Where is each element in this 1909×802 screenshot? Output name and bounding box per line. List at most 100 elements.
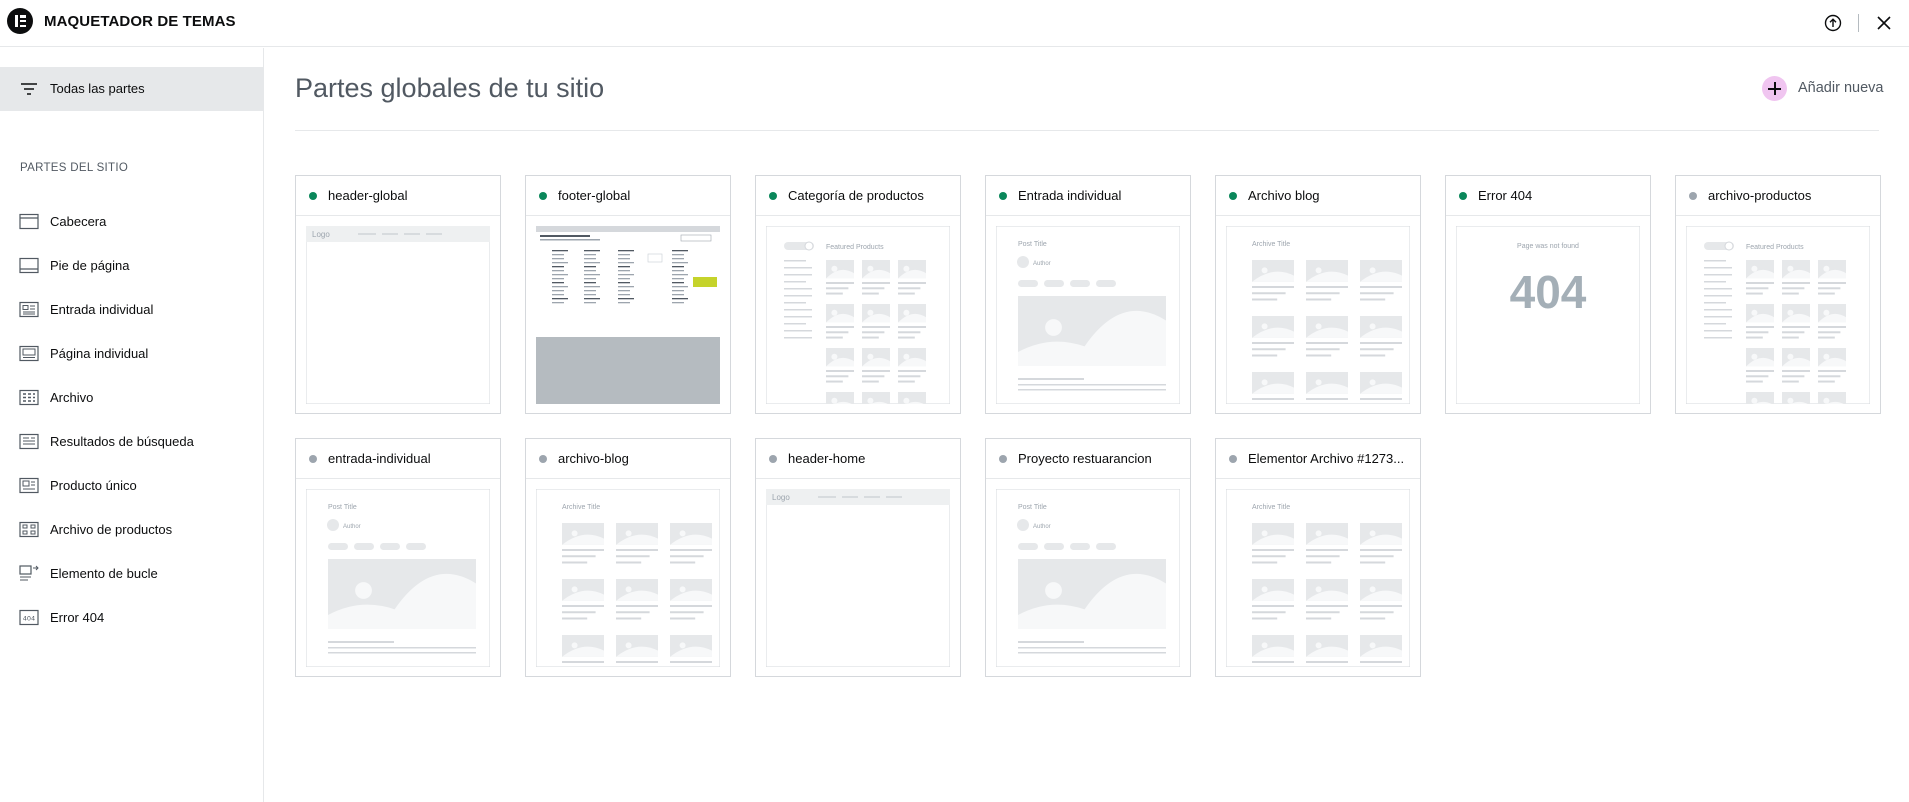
template-card[interactable]: archivo-productos Featured Products bbox=[1675, 175, 1881, 414]
preview-featured: Featured Products bbox=[826, 244, 884, 251]
preview-archive-title: Archive Title bbox=[562, 504, 600, 511]
card-header: Proyecto restuarancion bbox=[986, 439, 1190, 479]
loop-item-icon bbox=[19, 565, 39, 581]
sidebar-item-archive[interactable]: Archivo bbox=[0, 381, 263, 413]
sidebar-item-single-post[interactable]: Entrada individual bbox=[0, 293, 263, 325]
sidebar-item-label: Cabecera bbox=[50, 214, 107, 229]
template-card[interactable]: Proyecto restuarancion Post Title Author bbox=[985, 438, 1191, 677]
sidebar-item-products-archive[interactable]: Archivo de productos bbox=[0, 513, 263, 545]
sidebar-item-single-product[interactable]: Producto único bbox=[0, 469, 263, 501]
card-title: footer-global bbox=[558, 188, 631, 203]
preview-single-image: Post Title Author bbox=[306, 489, 490, 667]
sidebar-item-label: Archivo de productos bbox=[50, 522, 173, 537]
svg-text:404: 404 bbox=[23, 615, 35, 623]
card-header: Entrada individual bbox=[986, 176, 1190, 216]
error-404-icon: 404 bbox=[19, 609, 39, 626]
active-status-dot-icon bbox=[539, 192, 547, 200]
close-icon[interactable] bbox=[1873, 12, 1895, 34]
card-preview-thumbnail[interactable] bbox=[536, 226, 720, 404]
card-preview-thumbnail[interactable]: Post Title Author bbox=[996, 226, 1180, 404]
sidebar-item-error-404[interactable]: 404 Error 404 bbox=[0, 601, 263, 633]
template-card[interactable]: Categoría de productos Featured Products bbox=[755, 175, 961, 414]
sidebar-item-loop-item[interactable]: Elemento de bucle bbox=[0, 557, 263, 589]
card-preview-thumbnail[interactable]: Featured Products bbox=[766, 226, 950, 404]
add-new-button[interactable]: Añadir nueva bbox=[1762, 76, 1892, 102]
card-title: archivo-productos bbox=[1708, 188, 1812, 203]
sidebar-item-label: Entrada individual bbox=[50, 302, 154, 317]
active-status-dot-icon bbox=[1229, 192, 1237, 200]
preview-logo: Logo bbox=[772, 493, 790, 502]
products-archive-icon bbox=[19, 521, 39, 538]
card-title: Entrada individual bbox=[1018, 188, 1122, 203]
card-preview-thumbnail[interactable]: Featured Products bbox=[1686, 226, 1870, 404]
card-preview-thumbnail[interactable]: Archive Title bbox=[536, 489, 720, 667]
header-icon bbox=[19, 213, 39, 230]
sidebar-item-label: Resultados de búsqueda bbox=[50, 434, 194, 449]
card-header: archivo-blog bbox=[526, 439, 730, 479]
card-header: Archivo blog bbox=[1216, 176, 1420, 216]
sidebar-item-label: Elemento de bucle bbox=[50, 566, 158, 581]
inactive-status-dot-icon bbox=[309, 455, 317, 463]
template-card[interactable]: entrada-individual Post Title Author bbox=[295, 438, 501, 677]
toolbar-separator bbox=[1858, 14, 1859, 32]
preview-footer-image bbox=[536, 226, 720, 404]
card-preview-thumbnail[interactable]: Post Title Author bbox=[306, 489, 490, 667]
preview-author: Author bbox=[1033, 261, 1051, 267]
app-title: MAQUETADOR DE TEMAS bbox=[44, 13, 236, 30]
sidebar-item-all-parts[interactable]: Todas las partes bbox=[0, 67, 263, 111]
card-preview-thumbnail[interactable]: Logo bbox=[306, 226, 490, 404]
plus-icon bbox=[1762, 76, 1787, 101]
sidebar-item-search-results[interactable]: Resultados de búsqueda bbox=[0, 425, 263, 457]
card-header: footer-global bbox=[526, 176, 730, 216]
card-header: header-home bbox=[756, 439, 960, 479]
active-status-dot-icon bbox=[1459, 192, 1467, 200]
preview-post-title: Post Title bbox=[328, 504, 357, 511]
card-title: header-home bbox=[788, 451, 866, 466]
card-preview-thumbnail[interactable]: Post Title Author bbox=[996, 489, 1180, 667]
inactive-status-dot-icon bbox=[769, 455, 777, 463]
card-preview-thumbnail[interactable]: Page was not found 404 bbox=[1456, 226, 1640, 404]
sidebar-item-label: Error 404 bbox=[50, 610, 105, 625]
inactive-status-dot-icon bbox=[539, 455, 547, 463]
single-product-icon bbox=[19, 477, 39, 494]
upload-circle-icon[interactable] bbox=[1822, 12, 1844, 34]
preview-archive-image: Archive Title bbox=[1226, 226, 1410, 404]
preview-archive-title: Archive Title bbox=[1252, 241, 1290, 248]
sidebar-item-label: Archivo bbox=[50, 390, 94, 405]
header-divider bbox=[295, 130, 1879, 131]
card-preview-thumbnail[interactable]: Logo bbox=[766, 489, 950, 667]
template-card[interactable]: footer-global bbox=[525, 175, 731, 414]
template-card[interactable]: header-global Logo bbox=[295, 175, 501, 414]
active-status-dot-icon bbox=[309, 192, 317, 200]
single-post-icon bbox=[19, 301, 39, 318]
active-status-dot-icon bbox=[999, 192, 1007, 200]
template-card[interactable]: archivo-blog Archive Title bbox=[525, 438, 731, 677]
inactive-status-dot-icon bbox=[999, 455, 1007, 463]
card-title: Elementor Archivo #1273... bbox=[1248, 451, 1405, 466]
card-preview-thumbnail[interactable]: Archive Title bbox=[1226, 226, 1410, 404]
card-header: Error 404 bbox=[1446, 176, 1650, 216]
elementor-logo-icon bbox=[7, 8, 33, 34]
top-bar: MAQUETADOR DE TEMAS bbox=[0, 0, 1909, 47]
template-card[interactable]: Archivo blog Archive Title bbox=[1215, 175, 1421, 414]
active-status-dot-icon bbox=[769, 192, 777, 200]
preview-logo: Logo bbox=[312, 230, 330, 239]
preview-author: Author bbox=[343, 524, 361, 530]
sidebar-item-footer[interactable]: Pie de página bbox=[0, 249, 263, 281]
preview-products-image: Featured Products bbox=[1686, 226, 1870, 404]
template-card[interactable]: Entrada individual Post Title Author bbox=[985, 175, 1191, 414]
sidebar-item-header[interactable]: Cabecera bbox=[0, 205, 263, 237]
footer-icon bbox=[19, 257, 39, 274]
preview-products-image: Featured Products bbox=[766, 226, 950, 404]
card-title: Archivo blog bbox=[1248, 188, 1320, 203]
preview-archive-title: Archive Title bbox=[1252, 504, 1290, 511]
preview-not-found: Page was not found bbox=[1517, 243, 1579, 250]
inactive-status-dot-icon bbox=[1229, 455, 1237, 463]
sidebar-item-single-page[interactable]: Página individual bbox=[0, 337, 263, 369]
card-header: Elementor Archivo #1273... bbox=[1216, 439, 1420, 479]
template-card[interactable]: Elementor Archivo #1273... Archive Title bbox=[1215, 438, 1421, 677]
template-card[interactable]: header-home Logo bbox=[755, 438, 961, 677]
preview-error-code: 404 bbox=[1510, 266, 1587, 318]
card-preview-thumbnail[interactable]: Archive Title bbox=[1226, 489, 1410, 667]
template-card[interactable]: Error 404 Page was not found 404 bbox=[1445, 175, 1651, 414]
